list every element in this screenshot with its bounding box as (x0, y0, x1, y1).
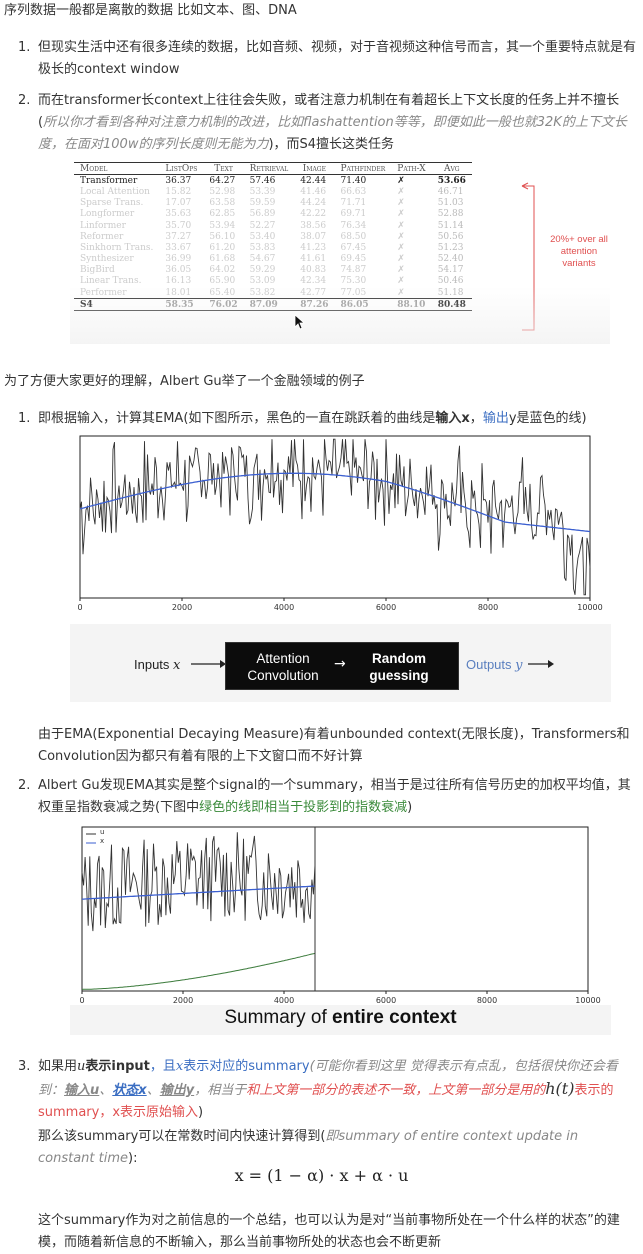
blue-term: ，且 (149, 1059, 176, 1074)
summary-plot: 0 2000 4000 6000 8000 10000 (79, 826, 601, 1003)
caption-bold: entire context (332, 1007, 457, 1028)
text-segment: ) (198, 1105, 204, 1120)
list-text: 但现实生活中还有很多连续的数据，比如音频、视频，对于音视频这种信号而言，其一个重… (38, 40, 637, 77)
text-segment: ): (128, 1151, 138, 1166)
ema-formula: x = (1 − α) · x + α · u (234, 1166, 409, 1185)
x-tick-label: 6000 (376, 996, 396, 1003)
box-text: Convolution (247, 668, 319, 683)
bold-term: 输入u (64, 1083, 100, 1098)
list-text: 那么该summary可以在常数时间内快速计算得到(即summary of ent… (38, 1126, 636, 1170)
arrow-glyph: → (334, 656, 346, 672)
math-var: h(t) (545, 1079, 575, 1098)
attention-convolution-label: Attention Convolution (238, 650, 328, 684)
legend-x: x (100, 837, 105, 845)
intro-line: 序列数据一般都是离散的数据 比如文本、图、DNA (4, 3, 297, 18)
x-tick-label: 4000 (274, 996, 294, 1003)
ema-figure: 0 2000 4000 6000 8000 10000 Inputs x Attentio… (70, 434, 611, 702)
red-note: 和上文第一部分的表述不一致，上文第一部分是用的 (246, 1083, 546, 1098)
article: 序列数据一般都是离散的数据 比如文本、图、DNA 1. 但现实生活中还有很多连续… (0, 0, 643, 1252)
text-segment: 即根据输入，计算其EMA(如下图所示，黑色的一直在跳跃着的曲线是 (38, 411, 436, 426)
model-box: Attention Convolution → Random guessing (225, 642, 459, 690)
x-tick-label: 10000 (577, 603, 602, 612)
note-text: 由于EMA(Exponential Decaying Measure)有着unb… (38, 727, 630, 764)
paragraph: 为了方便大家更好的理解，Albert Gu举了一个金融领域的例子 (4, 374, 365, 389)
list-text: 这个summary作为对之前信息的一个总结，也可以认为是对“当前事物所处在一个什… (38, 1213, 620, 1250)
summary-figure: 0 2000 4000 6000 8000 10000 u x Summary of en… (70, 823, 611, 1035)
x-axis-ticks: 0 2000 4000 6000 8000 10000 (79, 991, 601, 1003)
text-segment: ， (469, 411, 483, 426)
text-segment: 那么该summary可以在常数时间内快速计算得到( (38, 1129, 326, 1144)
list-text: Albert Gu发现EMA其实是整个signal的一个summary，相当于是… (38, 775, 636, 819)
legend-u: u (100, 828, 105, 836)
outputs-label: Outputs y (466, 657, 523, 673)
x-tick-label: 4000 (274, 603, 294, 612)
list-text: 即根据输入，计算其EMA(如下图所示，黑色的一直在跳跃着的曲线是输入x，输出y是… (38, 408, 636, 430)
list-number: 1. (18, 40, 31, 55)
fade-overlay (70, 286, 610, 344)
text-segment: 、 (99, 1083, 113, 1098)
cursor-icon (294, 314, 306, 330)
x-tick-label: 2000 (172, 603, 192, 612)
text-segment: y是蓝色的线) (508, 411, 587, 426)
text-segment: )，而S4擅长这类任务 (268, 137, 395, 152)
figure-caption: Summary of entire context (70, 1007, 611, 1029)
caption-text: Summary of (224, 1007, 333, 1028)
random-guessing-label: Random guessing (354, 650, 444, 684)
text-segment: 、 (146, 1083, 160, 1098)
box-text: guessing (369, 668, 429, 683)
x-axis-ticks: 0 2000 4000 6000 8000 10000 (77, 598, 603, 612)
list-number: 2. (18, 93, 31, 108)
x-tick-label: 8000 (477, 996, 497, 1003)
blue-term: 表示对应的summary (183, 1059, 310, 1074)
bold-term: 输出y (159, 1083, 195, 1098)
list-text: 如果用u表示input，且x表示对应的summary(可能你看到这里 觉得表示有… (38, 1056, 636, 1124)
green-term: 绿色的线即相当于投影到的指数衰减 (199, 800, 408, 815)
box-text: Attention (256, 651, 310, 666)
text-segment: 如果用 (38, 1059, 78, 1074)
blue-term: 输出 (482, 411, 509, 426)
x-tick-label: 0 (77, 603, 82, 612)
x-tick-label: 8000 (478, 603, 498, 612)
x-tick-label: 10000 (575, 996, 600, 1003)
italic-note: ，相当于 (194, 1083, 247, 1098)
x-tick-label: 0 (79, 996, 84, 1003)
bold-term: 输入x (435, 411, 470, 426)
outputs-text: Outputs (466, 657, 512, 672)
x-tick-label: 6000 (376, 603, 396, 612)
legend-labels: u x (100, 828, 104, 846)
outputs-var: y (515, 658, 523, 673)
s4-benchmark-table-figure: Model ListOps Text Retrieval Image Pathfinder… (70, 158, 610, 344)
x-tick-label: 2000 (173, 996, 193, 1003)
text-segment: ) (407, 800, 413, 815)
bold-term: 表示input (85, 1059, 150, 1074)
list-number: 2. (18, 778, 31, 793)
list-text: 而在transformer长context上往往会失败，或者注意力机制在有着超长… (38, 90, 636, 156)
list-number: 3. (18, 1059, 31, 1074)
list-number: 1. (18, 411, 31, 426)
bold-term: 状态x (112, 1083, 147, 1098)
box-text: Random (372, 651, 426, 666)
ema-plot: 0 2000 4000 6000 8000 10000 (77, 435, 603, 612)
